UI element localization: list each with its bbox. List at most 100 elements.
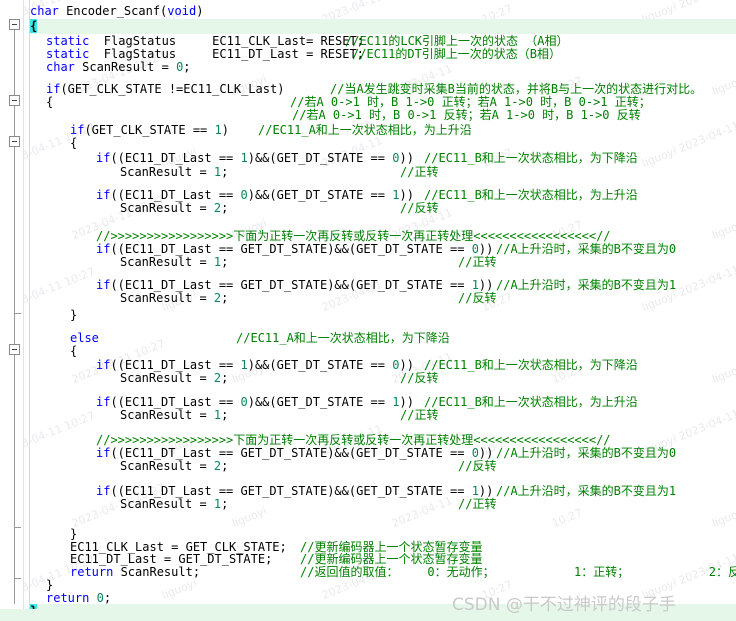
code-token: ; (221, 408, 229, 422)
fold-markers[interactable] (0, 0, 30, 621)
code-token: return (46, 591, 90, 605)
code-line[interactable]: ScanResult = 1; (120, 165, 228, 180)
code-line[interactable]: if((EC11_DT_Last == 1)&&(GET_DT_STATE ==… (96, 151, 414, 166)
code-token: ((EC11_DT_Last == (110, 358, 241, 372)
code-token: 0 (240, 395, 248, 409)
code-line[interactable]: ScanResult = 2; (120, 291, 228, 306)
code-token: ScanResult = (120, 255, 214, 269)
code-token: )) (399, 395, 414, 409)
fold-collapse-icon[interactable] (9, 95, 20, 106)
code-token: 1 (214, 123, 222, 137)
code-token: )) (399, 188, 414, 202)
code-token: ; (221, 497, 229, 511)
code-token: )&&(GET_DT_STATE == (247, 188, 393, 202)
code-token: } (70, 527, 78, 541)
fold-collapse-icon[interactable] (9, 136, 20, 147)
code-comment: //EC11的DT引脚上一次的状态（B相） (352, 47, 562, 61)
code-line[interactable]: if(GET_CLK_STATE == 1) (70, 123, 229, 138)
code-line[interactable]: { (70, 136, 77, 151)
code-token: if (96, 188, 111, 202)
code-token: } (30, 604, 38, 618)
code-comment: //A上升沿时，采集的B不变且为1 (496, 278, 677, 292)
code-line[interactable]: ScanResult = 2; (120, 459, 228, 474)
code-token: if (96, 151, 111, 165)
fold-collapse-icon[interactable] (9, 344, 20, 355)
code-token: ) (196, 4, 204, 18)
code-token: )) (478, 484, 494, 498)
code-line[interactable]: ScanResult = 1; (120, 255, 228, 270)
fold-guide-line (14, 26, 15, 604)
code-token: if (96, 395, 111, 409)
code-line[interactable]: ScanResult = 1; (120, 408, 228, 423)
code-token: static (46, 34, 90, 48)
code-token: 0 (240, 188, 248, 202)
code-token: ((EC11_DT_Last == (110, 395, 241, 409)
code-token: )&&(GET_DT_STATE == (247, 395, 393, 409)
code-token: ScanResult = (74, 60, 177, 74)
code-line[interactable]: { (70, 344, 77, 359)
code-token: Encoder_Scanf( (58, 4, 168, 18)
code-token: 0 (471, 446, 479, 460)
code-token: ((EC11_DT_Last == GET_DT_STATE)&&(GET_DT… (110, 484, 472, 498)
code-token: char (46, 60, 75, 74)
code-comment: //A上升沿时，采集的B不变且为0 (496, 242, 677, 256)
code-token: ; (221, 371, 229, 385)
code-comment: //返回值的取值： 0：无动作； 1：正转； 2：反转； (300, 565, 736, 579)
fold-end-tick (14, 578, 21, 579)
code-token: ; (221, 201, 229, 215)
code-line[interactable]: ScanResult = 1; (120, 497, 228, 512)
code-comment: //反转 (400, 201, 439, 215)
code-token: ScanResult = (120, 371, 214, 385)
fold-end-tick (14, 313, 21, 314)
code-token: { (70, 344, 78, 358)
code-line[interactable]: char Encoder_Scanf(void) (30, 4, 203, 19)
code-token: if (96, 278, 111, 292)
code-comment: //EC11_B和上一次状态相比，为下降沿 (424, 151, 638, 165)
code-token: (GET_CLK_STATE == (84, 123, 215, 137)
code-token: ; (221, 255, 229, 269)
code-token: if (96, 358, 111, 372)
code-token: ; (221, 459, 229, 473)
code-token: 1 (471, 484, 479, 498)
code-token: ScanResult = (120, 459, 214, 473)
code-comment: //A上升沿时，采集的B不变且为0 (496, 446, 677, 460)
code-token: return (70, 565, 114, 579)
code-token: EC11_DT_Last = GET_DT_STATE; (70, 552, 273, 566)
code-token: )) (478, 446, 494, 460)
code-comment: //正转 (400, 165, 439, 179)
code-comment: //反转 (458, 291, 497, 305)
code-token: 1 (240, 358, 248, 372)
code-token: 1 (471, 278, 479, 292)
code-editor[interactable]: 2023-04-11 10:27 liguoyi 2023-04-11 10:27 li… (0, 0, 736, 621)
code-token: { (30, 19, 38, 33)
code-token: ; (103, 591, 112, 605)
code-token: } (46, 578, 54, 592)
code-token: if (96, 446, 111, 460)
code-line[interactable]: return 0; (46, 591, 111, 606)
code-line[interactable]: return ScanResult; (70, 565, 200, 580)
code-token: 1 (240, 151, 248, 165)
code-line[interactable]: { (46, 95, 53, 110)
code-token: char (30, 4, 59, 18)
code-token: if (70, 123, 85, 137)
code-token: )) (399, 358, 414, 372)
code-line[interactable]: { (30, 19, 38, 34)
code-token: ; (221, 291, 229, 305)
code-line[interactable]: char ScanResult = 0; (46, 60, 191, 75)
code-text-layer[interactable]: char Encoder_Scanf(void){static FlagStat… (0, 0, 736, 621)
code-token: if (46, 82, 61, 96)
code-comment: //正转 (458, 255, 497, 269)
code-line[interactable]: } (70, 308, 77, 323)
fold-collapse-icon[interactable] (9, 19, 20, 30)
code-line[interactable]: ScanResult = 2; (120, 201, 228, 216)
code-token: )&&(GET_DT_STATE == (247, 151, 393, 165)
code-token: } (70, 308, 78, 322)
code-token: 0 (471, 242, 479, 256)
code-line[interactable]: } (30, 604, 38, 619)
code-line[interactable]: ScanResult = 2; (120, 371, 228, 386)
code-token: ((EC11_DT_Last == (110, 151, 241, 165)
code-line[interactable]: if(GET_CLK_STATE !=EC11_CLK_Last) (46, 82, 284, 97)
code-comment: //反转 (458, 459, 497, 473)
code-token: ScanResult = (120, 165, 214, 179)
